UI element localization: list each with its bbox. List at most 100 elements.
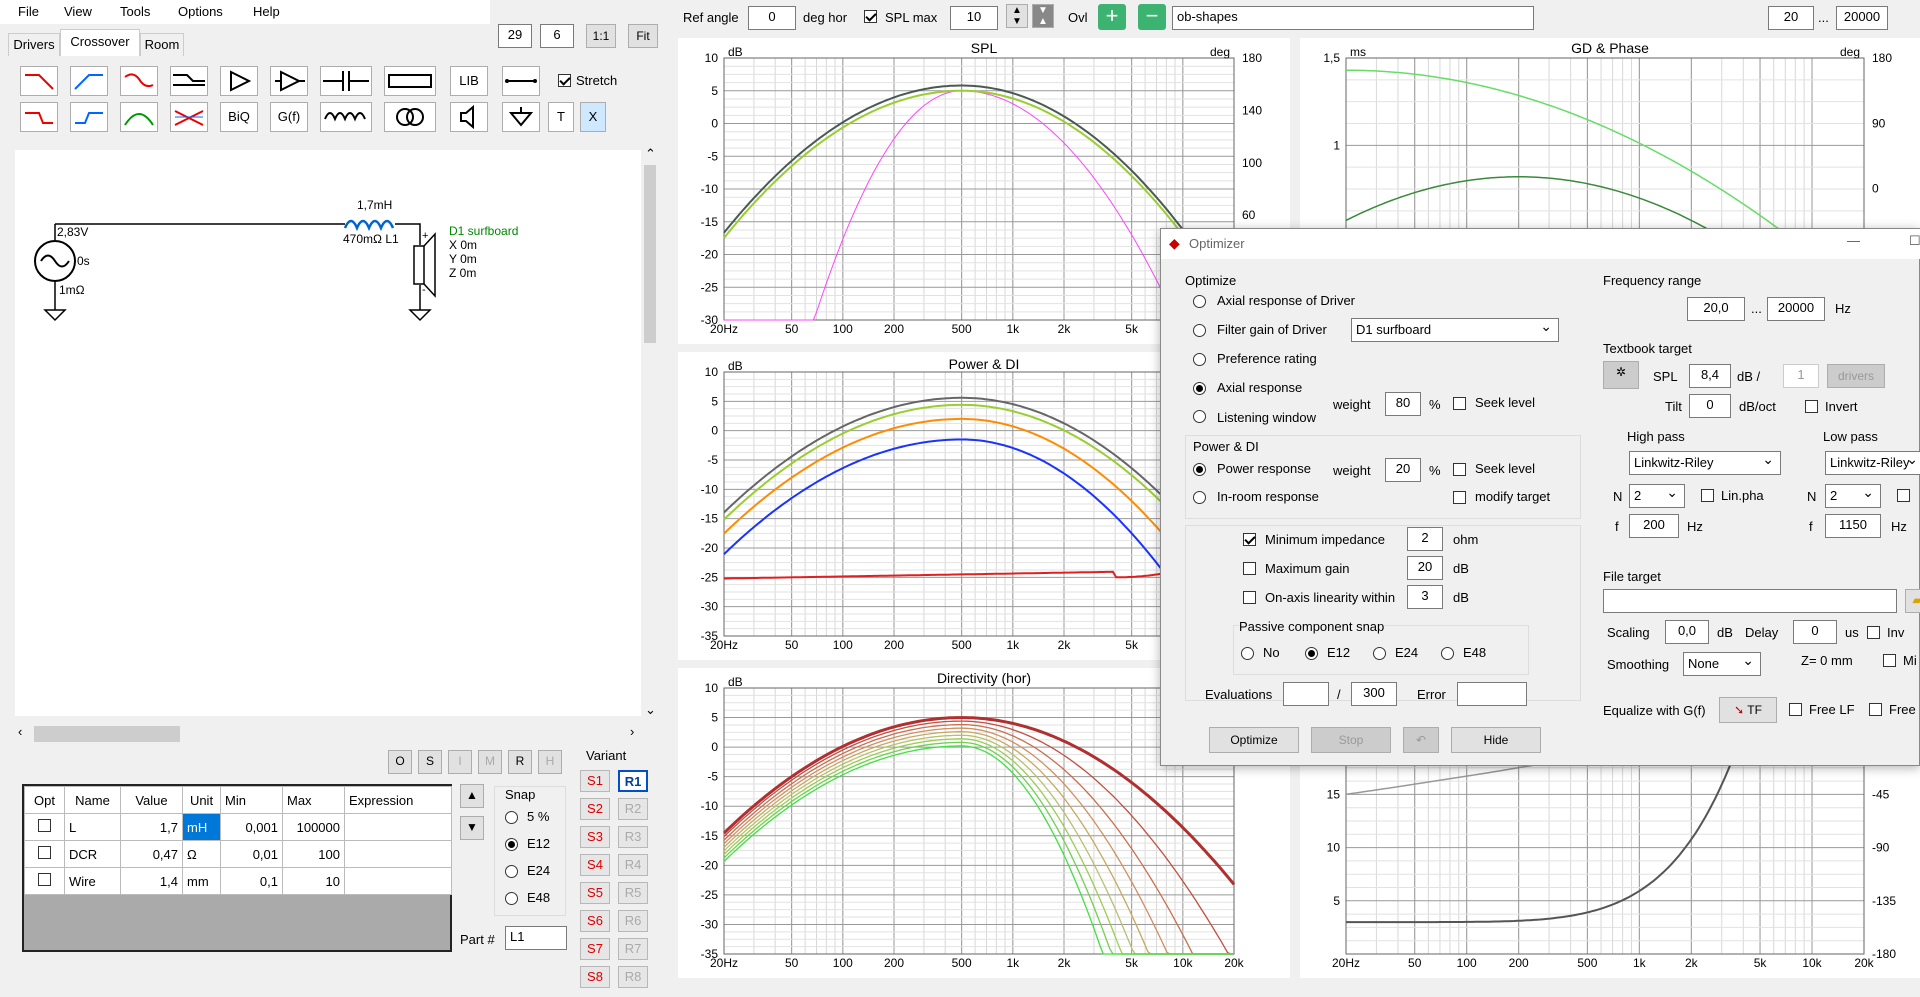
stop-button[interactable]: Stop (1311, 727, 1391, 753)
inductor-tool[interactable] (320, 102, 372, 132)
move-up-button[interactable]: ▲ (460, 784, 484, 808)
tab-drivers[interactable]: Drivers (8, 33, 60, 56)
spl-updown-button[interactable]: ▲ ▼ (1006, 4, 1028, 28)
free-lf-checkbox[interactable] (1789, 703, 1802, 716)
modify-target-checkbox[interactable] (1453, 491, 1466, 504)
min-cell[interactable]: 0,01 (220, 840, 283, 868)
x-button[interactable]: X (580, 102, 606, 132)
opt-checkbox[interactable] (38, 819, 51, 832)
menu-tools[interactable]: Tools (120, 4, 150, 19)
opt-cell[interactable] (24, 813, 65, 841)
max-cell[interactable]: 100000 (282, 813, 345, 841)
scroll-up-icon[interactable]: ⌃ (645, 146, 656, 162)
o-button[interactable]: O (388, 750, 412, 774)
i-button[interactable]: I (448, 750, 472, 774)
min-cell[interactable]: 0,001 (220, 813, 283, 841)
maximize-icon[interactable]: ☐ (1909, 233, 1920, 249)
driver-select[interactable]: D1 surfboard (1351, 315, 1559, 342)
variant-s-button[interactable]: S4 (580, 854, 610, 876)
opt-cell[interactable] (24, 867, 65, 895)
undo-button[interactable]: ↶ (1403, 727, 1439, 753)
onaxis-field[interactable]: 3 (1407, 585, 1443, 609)
csnap-e24-radio[interactable] (1373, 647, 1386, 660)
spl-max-field[interactable]: 10 (950, 6, 998, 30)
min-impedance-field[interactable]: 2 (1407, 527, 1443, 551)
menu-view[interactable]: View (64, 4, 92, 19)
mi-checkbox[interactable] (1883, 654, 1896, 667)
freq-range-to[interactable]: 20000 (1767, 297, 1825, 321)
seek-level1-checkbox[interactable] (1453, 397, 1466, 410)
variant-r-button[interactable]: R4 (618, 854, 648, 876)
freq-range-from[interactable]: 20,0 (1687, 297, 1745, 321)
opamp-tool[interactable] (270, 66, 308, 96)
opt-cell[interactable] (24, 840, 65, 868)
snap-e24-radio[interactable] (505, 865, 518, 878)
scroll-down-icon[interactable]: ⌄ (645, 702, 656, 718)
resistor-tool[interactable] (384, 66, 436, 96)
scaling-field[interactable]: 0,0 (1665, 620, 1709, 644)
menu-options[interactable]: Options (178, 4, 223, 19)
max-gain-checkbox[interactable] (1243, 562, 1256, 575)
variant-r-button[interactable]: R7 (618, 938, 648, 960)
remove-overlay-button[interactable]: − (1138, 4, 1166, 30)
opt-checkbox[interactable] (38, 846, 51, 859)
zoom-fit-button[interactable]: Fit (628, 24, 658, 48)
max-cell[interactable]: 100 (282, 840, 345, 868)
file-target-field[interactable] (1603, 589, 1897, 613)
expr-cell[interactable] (344, 867, 452, 895)
lowpass-red-tool[interactable] (20, 66, 58, 96)
highpass-type-select[interactable]: Linkwitz-Riley (1629, 448, 1781, 475)
snap-e12-radio[interactable] (505, 838, 518, 851)
zoom-a-field[interactable]: 29 (498, 24, 532, 48)
bandpass-green-tool[interactable] (120, 102, 158, 132)
drivers-button[interactable]: drivers (1827, 364, 1885, 388)
tilt-field[interactable]: 0 (1689, 394, 1731, 418)
in-room-radio[interactable] (1193, 491, 1206, 504)
highpass-blue-tool[interactable] (70, 66, 108, 96)
scroll-right-icon[interactable]: › (630, 724, 634, 739)
zoom-b-field[interactable]: 6 (540, 24, 574, 48)
drivers-count-field[interactable]: 1 (1783, 364, 1819, 388)
driver-name[interactable]: D1 surfboard (449, 224, 518, 238)
move-down-button[interactable]: ▼ (460, 816, 484, 840)
stretch-checkbox[interactable] (558, 74, 571, 87)
weight1-field[interactable]: 80 (1385, 392, 1421, 416)
smoothing-select[interactable]: None (1683, 649, 1761, 676)
part-field[interactable]: L1 (505, 926, 567, 950)
expr-cell[interactable] (344, 840, 452, 868)
spl-max-checkbox[interactable] (864, 10, 877, 23)
table-row[interactable]: DCR 0,47 Ω 0,01 100 (24, 840, 452, 868)
seek-level2-checkbox[interactable] (1453, 463, 1466, 476)
menu-file[interactable]: File (18, 4, 39, 19)
variant-s-button[interactable]: S2 (580, 798, 610, 820)
free-checkbox[interactable] (1869, 703, 1882, 716)
amplifier-tool[interactable] (220, 66, 258, 96)
optimize-button[interactable]: Optimize (1209, 727, 1299, 753)
scroll-left-icon[interactable]: ‹ (18, 724, 22, 739)
hp-freq-field[interactable]: 200 (1629, 514, 1679, 538)
minimize-icon[interactable]: — (1847, 233, 1860, 248)
csnap-no-radio[interactable] (1241, 647, 1254, 660)
variant-s-button[interactable]: S1 (580, 770, 610, 792)
shelf-tool[interactable] (170, 66, 208, 96)
opt-filter-gain-radio[interactable] (1193, 324, 1206, 337)
max-gain-field[interactable]: 20 (1407, 556, 1443, 580)
ground-tool[interactable] (502, 102, 540, 132)
hide-button[interactable]: Hide (1451, 727, 1541, 753)
folder-button[interactable]: ▰ (1905, 589, 1920, 613)
tab-room[interactable]: Room (140, 33, 184, 56)
onaxis-checkbox[interactable] (1243, 591, 1256, 604)
r-button[interactable]: R (508, 750, 532, 774)
highpass-alt-tool[interactable] (70, 102, 108, 132)
table-row[interactable]: L 1,7 mH 0,001 100000 (24, 813, 452, 841)
inv-checkbox[interactable] (1867, 626, 1880, 639)
wire-tool[interactable] (502, 66, 540, 96)
csnap-e12-radio[interactable] (1305, 647, 1318, 660)
power-response-radio[interactable] (1193, 463, 1206, 476)
linpha-checkbox[interactable] (1701, 489, 1714, 502)
spl-target-field[interactable]: 8,4 (1689, 364, 1731, 388)
variant-s-button[interactable]: S8 (580, 966, 610, 988)
variant-r-button[interactable]: R5 (618, 882, 648, 904)
lp-order-select[interactable]: 2 (1825, 481, 1881, 508)
unit-cell[interactable]: mH (182, 813, 221, 841)
